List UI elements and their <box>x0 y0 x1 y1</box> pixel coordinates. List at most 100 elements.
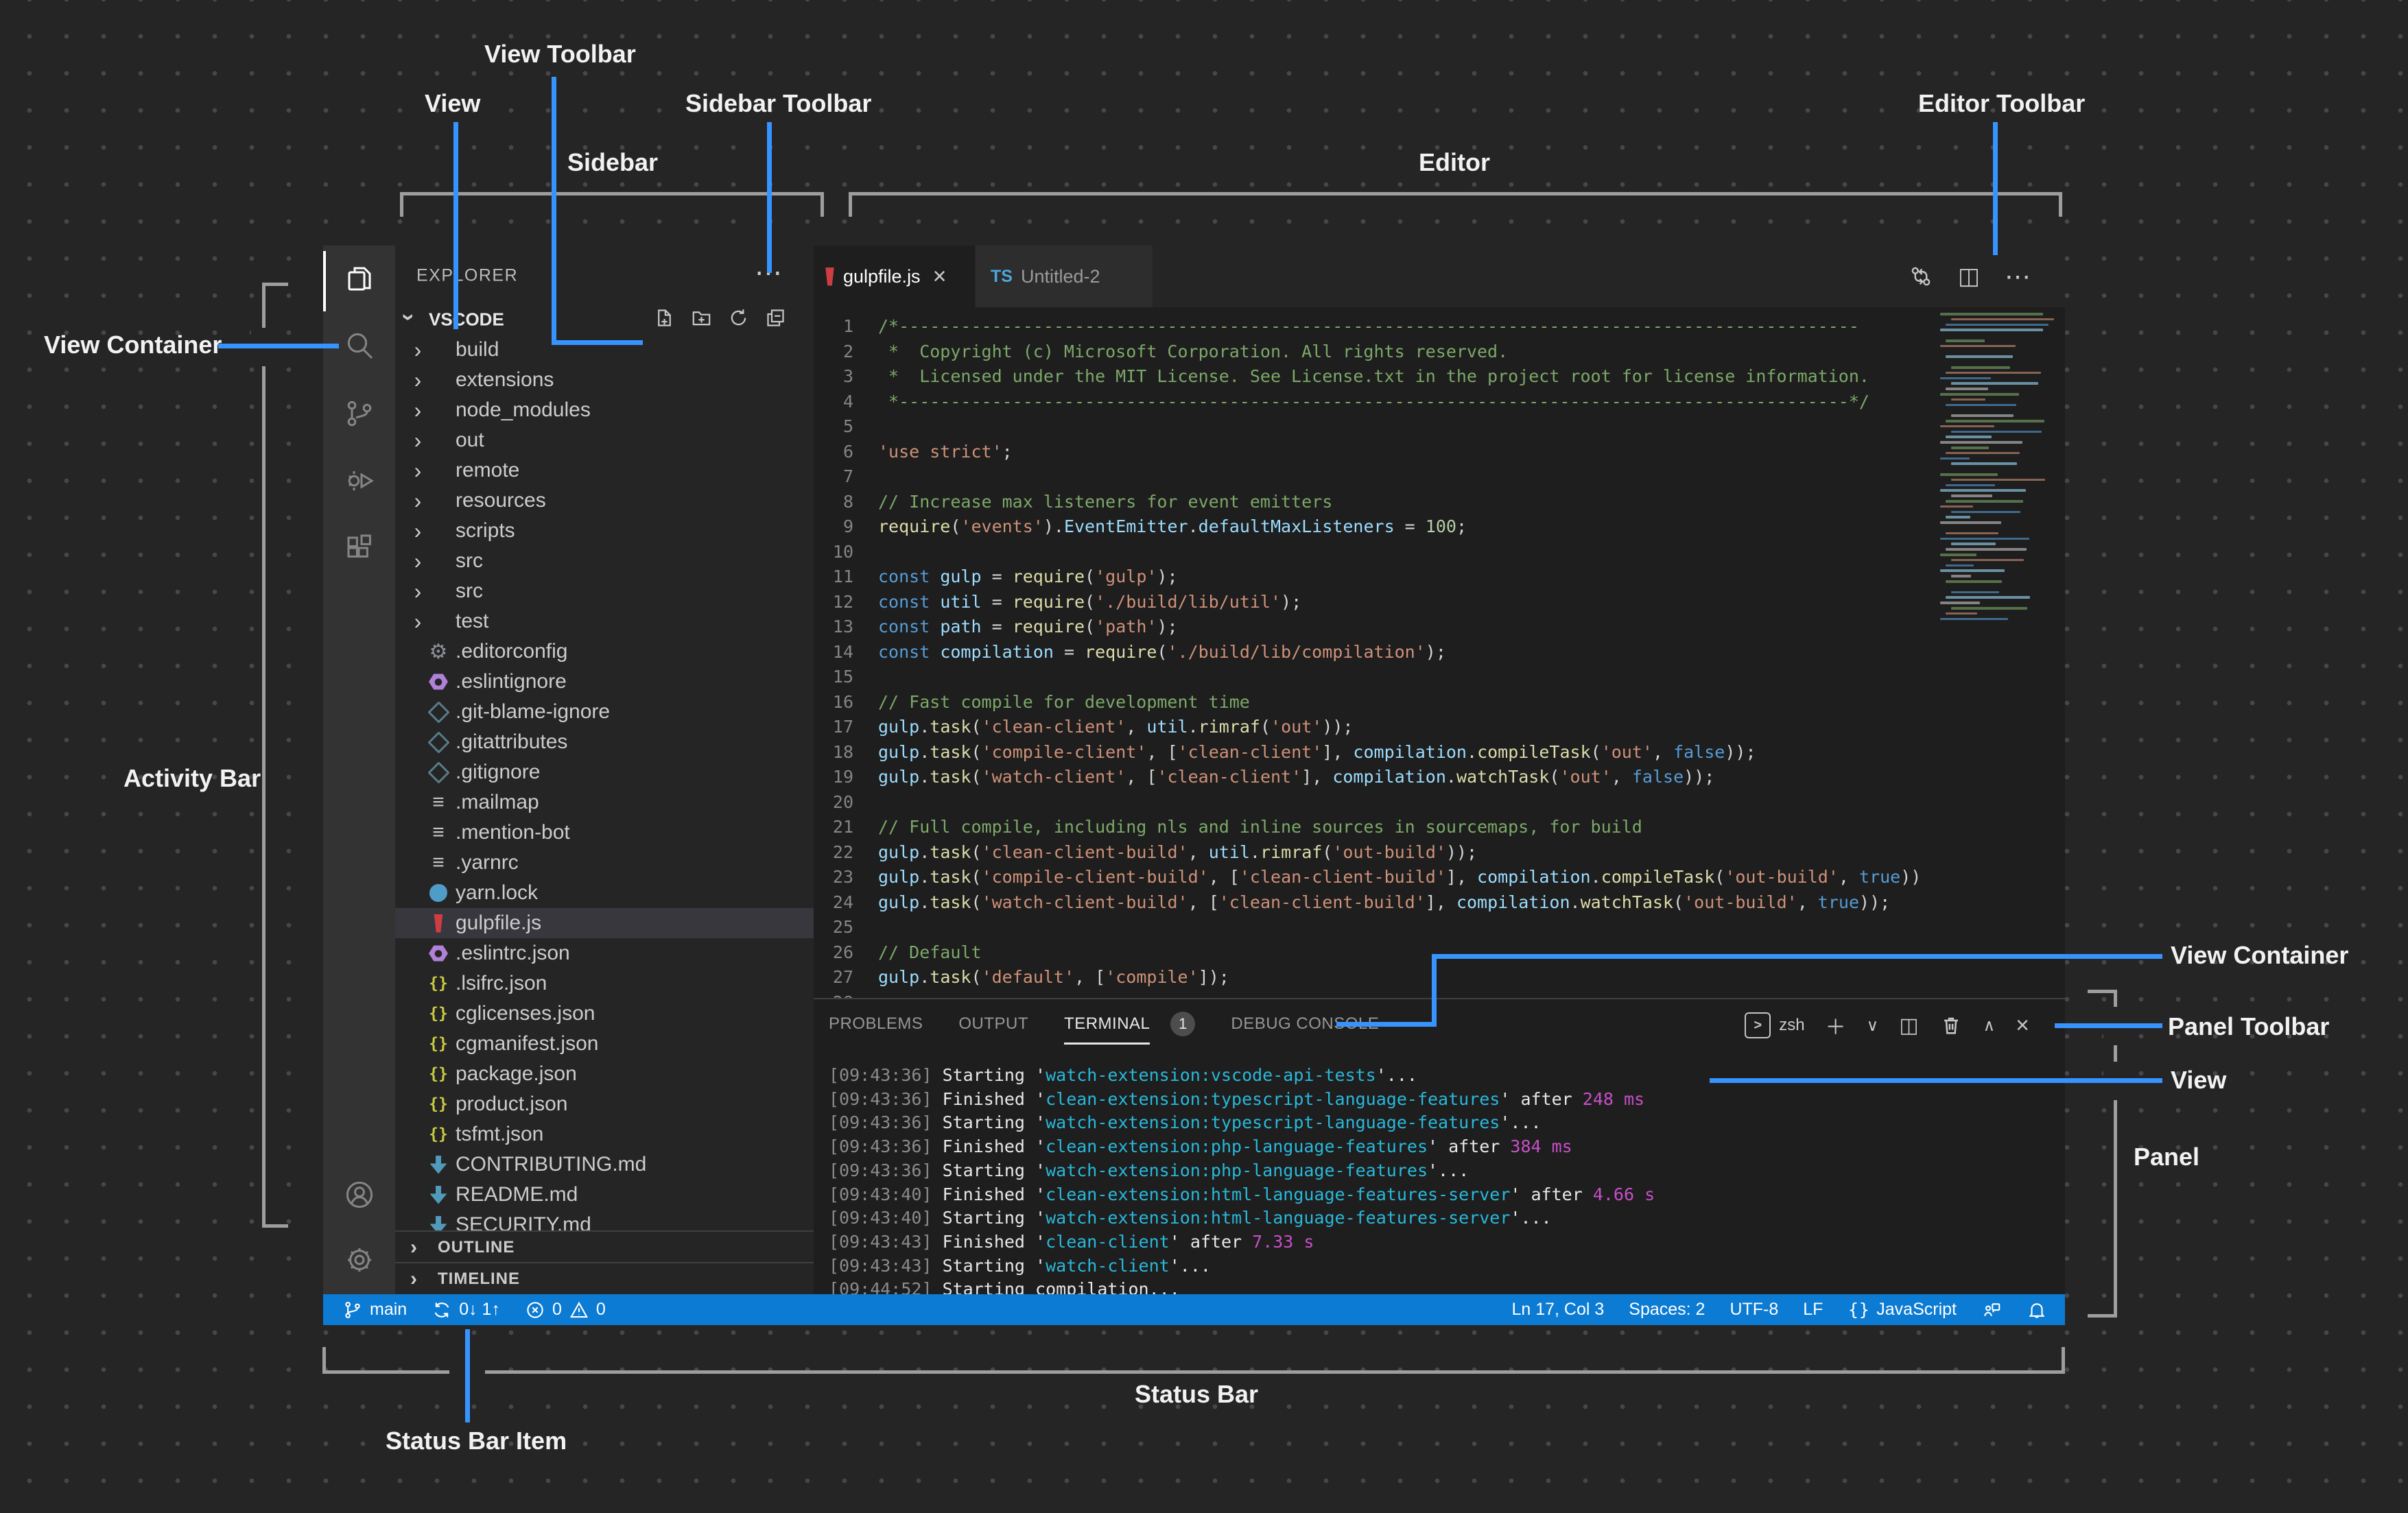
collapse-all-icon[interactable] <box>764 307 787 329</box>
file-label: .yarnrc <box>456 851 519 874</box>
run-debug-icon[interactable] <box>323 448 395 514</box>
tree-item-.yarnrc[interactable]: ≡ .yarnrc <box>395 848 814 878</box>
tree-item-src[interactable]: › src <box>395 546 814 576</box>
tree-item-README.md[interactable]: README.md <box>395 1180 814 1210</box>
tree-item-.gitignore[interactable]: .gitignore <box>395 757 814 787</box>
tree-item-.gitattributes[interactable]: .gitattributes <box>395 727 814 757</box>
tree-item-yarn.lock[interactable]: yarn.lock <box>395 878 814 908</box>
file-label: node_modules <box>456 398 591 421</box>
panel-bracket-tick <box>2088 1314 2117 1318</box>
open-changes-icon[interactable] <box>1909 264 1933 289</box>
file-label: cglicenses.json <box>456 1002 595 1025</box>
tree-item-.eslintrc.json[interactable]: .eslintrc.json <box>395 938 814 968</box>
terminal-line: [09:43:43] Finished 'clean-client' after… <box>829 1231 1314 1252</box>
tab-problems[interactable]: PROBLEMS <box>829 1014 923 1034</box>
split-terminal-icon[interactable]: ◫ <box>1899 1014 1918 1038</box>
tree-item-gulpfile.js[interactable]: gulpfile.js <box>395 908 814 938</box>
language-mode-item[interactable]: {} JavaScript <box>1848 1300 1957 1320</box>
timeline-section[interactable]: › TIMELINE <box>395 1262 814 1294</box>
terminal-output[interactable]: [09:43:36] Starting 'watch-extension:vsc… <box>829 1064 2058 1296</box>
minimap-line <box>1946 596 2030 599</box>
code-line-4: 4 *-------------------------------------… <box>842 391 1869 412</box>
refresh-icon[interactable] <box>727 307 750 329</box>
tree-item-.mention-bot[interactable]: ≡ .mention-bot <box>395 818 814 848</box>
explorer-icon[interactable] <box>323 246 395 311</box>
tree-item-.eslintignore[interactable]: .eslintignore <box>395 667 814 697</box>
tree-item-.mailmap[interactable]: ≡ .mailmap <box>395 787 814 818</box>
indentation-item[interactable]: Spaces: 2 <box>1629 1300 1705 1320</box>
terminal-line: [09:44:52] Starting compilation... <box>829 1279 1180 1296</box>
terminal-shell-selector[interactable]: > zsh <box>1745 1012 1805 1038</box>
tree-item-test[interactable]: › test <box>395 606 814 636</box>
tree-item-product.json[interactable]: {} product.json <box>395 1089 814 1119</box>
tree-item-cgmanifest.json[interactable]: {} cgmanifest.json <box>395 1029 814 1059</box>
file-label: yarn.lock <box>456 881 539 904</box>
notifications-item[interactable] <box>2027 1300 2047 1320</box>
terminal-line: [09:43:40] Finished 'clean-extension:htm… <box>829 1184 1655 1204</box>
encoding-item[interactable]: UTF-8 <box>1730 1300 1778 1320</box>
new-terminal-icon[interactable]: ＋ <box>1826 1010 1846 1040</box>
tab-untitled-2[interactable]: TS Untitled-2 <box>976 246 1153 307</box>
outline-section[interactable]: › OUTLINE <box>395 1230 814 1263</box>
close-tab-icon[interactable]: × <box>933 263 947 290</box>
tree-item-tsfmt.json[interactable]: {} tsfmt.json <box>395 1119 814 1149</box>
code-line-8: 8// Increase max listeners for event emi… <box>842 491 1333 512</box>
tree-item-remote[interactable]: › remote <box>395 455 814 486</box>
editor-more-actions-icon[interactable]: ⋯ <box>2005 261 2032 292</box>
tree-item-out[interactable]: › out <box>395 425 814 455</box>
maximize-panel-icon[interactable]: ∧ <box>1983 1016 1996 1036</box>
feedback-item[interactable] <box>1981 1300 2002 1320</box>
tree-item-src[interactable]: › src <box>395 576 814 606</box>
file-label: .git-blame-ignore <box>456 700 611 723</box>
tree-item-.git-blame-ignore[interactable]: .git-blame-ignore <box>395 697 814 727</box>
kill-terminal-trash-icon[interactable] <box>1939 1014 1963 1037</box>
tree-item-.lsifrc.json[interactable]: {} .lsifrc.json <box>395 968 814 999</box>
tree-item-package.json[interactable]: {} package.json <box>395 1059 814 1089</box>
editor-tab-bar: gulpfile.js × TS Untitled-2 ◫ ⋯ <box>814 246 2065 307</box>
new-file-icon[interactable] <box>653 307 676 329</box>
annotation-editor: Editor <box>1419 148 1490 176</box>
file-label: CONTRIBUTING.md <box>456 1153 647 1176</box>
chevron-down-icon[interactable]: ∨ <box>1867 1016 1879 1036</box>
annotation-view-container-left: View Container <box>44 331 222 359</box>
tree-item-scripts[interactable]: › scripts <box>395 516 814 546</box>
file-tree: › build › extensions › node_modules › out › remot… <box>395 335 814 1240</box>
close-panel-icon[interactable]: × <box>2016 1012 2029 1039</box>
tab-terminal[interactable]: TERMINAL <box>1064 1014 1150 1045</box>
extensions-icon[interactable] <box>323 514 395 580</box>
tree-item-node_modules[interactable]: › node_modules <box>395 395 814 425</box>
problems-status-item[interactable]: 0 0 <box>525 1300 606 1320</box>
tree-item-extensions[interactable]: › extensions <box>395 365 814 395</box>
account-icon[interactable] <box>323 1162 395 1228</box>
tab-label: gulpfile.js <box>843 265 921 287</box>
tree-item-build[interactable]: › build <box>395 335 814 365</box>
tab-output[interactable]: OUTPUT <box>958 1014 1028 1034</box>
tab-gulpfile[interactable]: gulpfile.js × <box>814 246 975 307</box>
split-editor-icon[interactable]: ◫ <box>1958 263 1980 290</box>
panel-toolbar: > zsh ＋ ∨ ◫ ∧ × <box>1745 999 2029 1051</box>
tree-item-.editorconfig[interactable]: ⚙ .editorconfig <box>395 636 814 667</box>
tree-item-cglicenses.json[interactable]: {} cglicenses.json <box>395 999 814 1029</box>
minimap[interactable] <box>1936 309 2064 693</box>
minimap-line <box>1951 607 2027 610</box>
eol-item[interactable]: LF <box>1803 1300 1823 1320</box>
terminal-line: [09:43:36] Finished 'clean-extension:typ… <box>829 1088 1645 1109</box>
branch-status-item[interactable]: main <box>342 1300 407 1320</box>
minimap-line <box>1946 532 1998 535</box>
cursor-position-item[interactable]: Ln 17, Col 3 <box>1511 1300 1604 1320</box>
file-label: src <box>456 580 483 602</box>
shell-name: zsh <box>1779 1016 1805 1034</box>
code-line-9: 9 require('events').EventEmitter.defaultM… <box>842 516 1467 536</box>
source-control-icon[interactable] <box>323 381 395 446</box>
tree-item-CONTRIBUTING.md[interactable]: CONTRIBUTING.md <box>395 1149 814 1180</box>
git-file-icon <box>427 700 450 724</box>
list-file-icon: ≡ <box>432 821 445 844</box>
sync-status-item[interactable]: 0↓ 1↑ <box>432 1300 500 1320</box>
tree-item-resources[interactable]: › resources <box>395 486 814 516</box>
chevron-right-icon: › <box>414 578 422 604</box>
settings-gear-icon[interactable] <box>323 1227 395 1293</box>
code-editor[interactable]: 1/*-------------------------------------… <box>814 307 1935 998</box>
code-line-1: 1/*-------------------------------------… <box>842 316 1859 336</box>
new-folder-icon[interactable] <box>690 307 713 329</box>
minimap-line <box>1951 495 1992 497</box>
